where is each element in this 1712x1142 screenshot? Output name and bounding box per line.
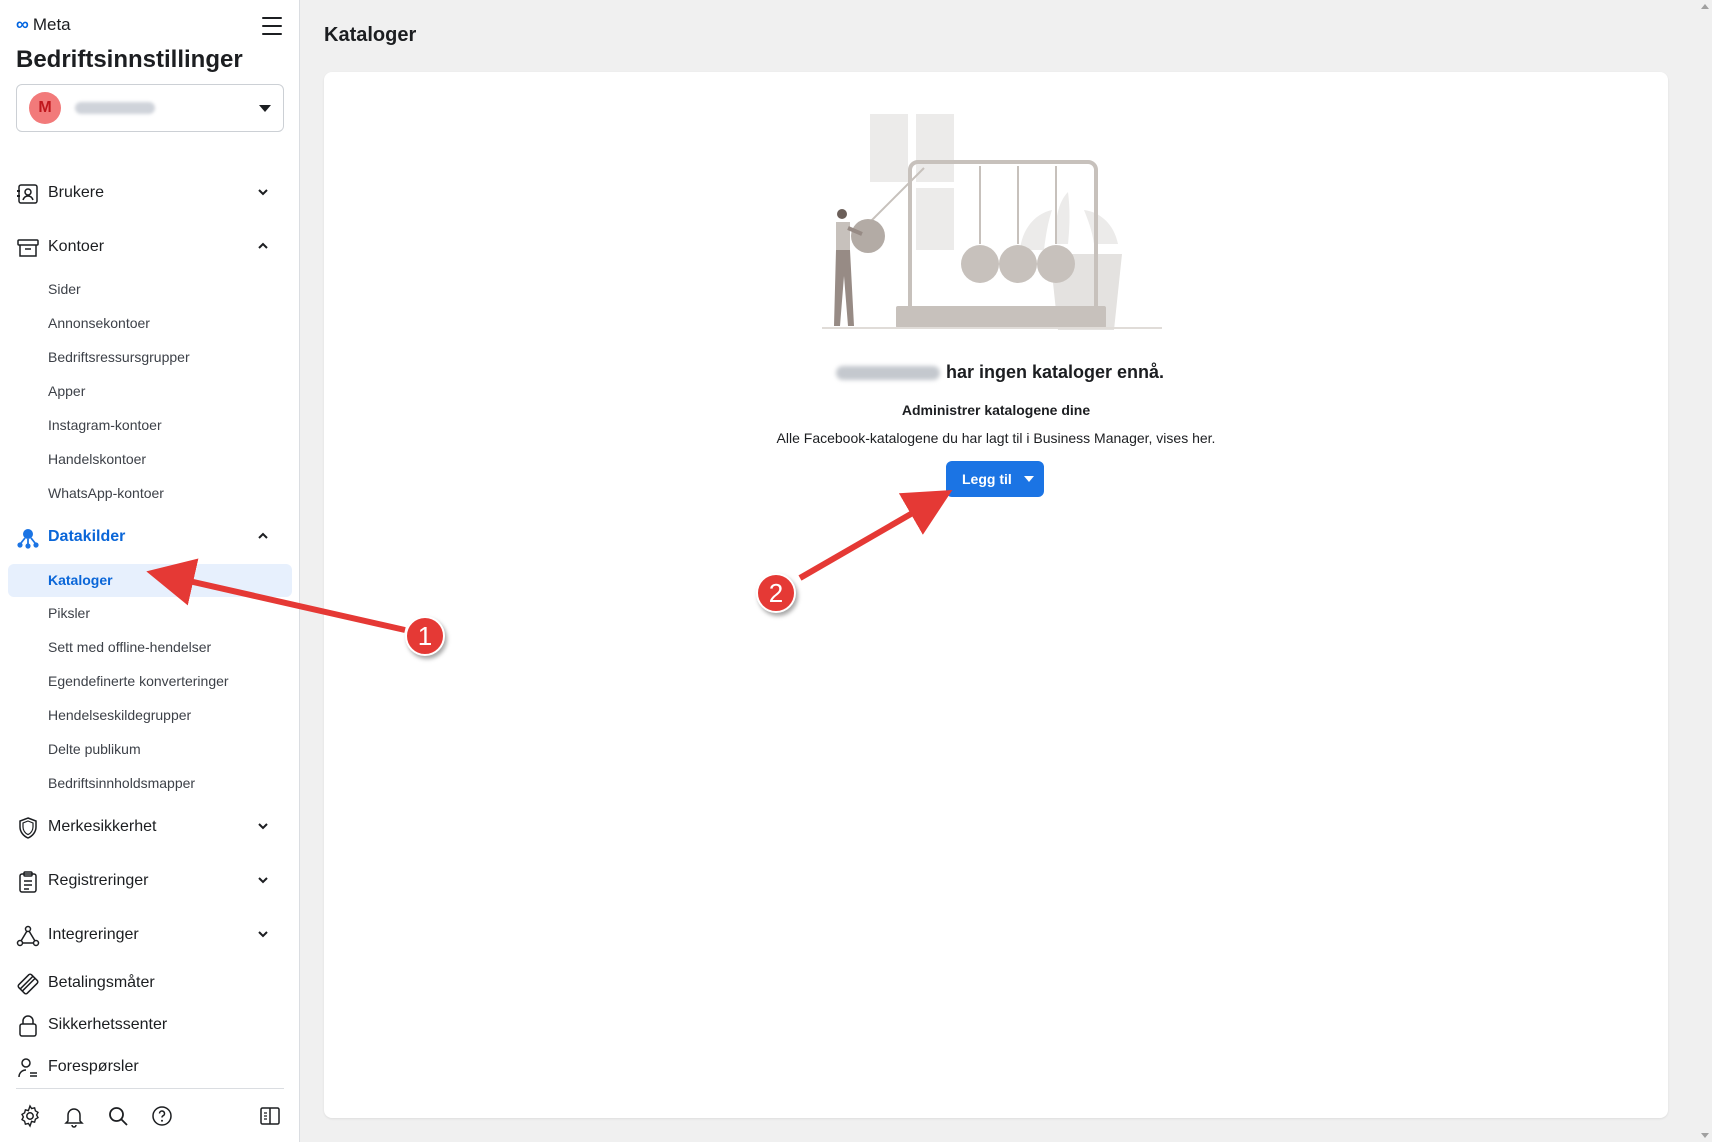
integrations-icon [16,925,40,947]
lock-icon [19,1015,37,1037]
nav-group-integreringer[interactable]: Integreringer [0,917,300,953]
nav-group-label: Merkesikkerhet [48,818,157,835]
archive-box-icon [17,239,39,257]
sidebar-item-hendelseskildegrupper[interactable]: Hendelseskildegrupper [48,707,191,723]
nav-group-label: Sikkerhetssenter [48,1016,168,1033]
meta-logo-text: Meta [32,14,71,34]
empty-state-title: har ingen kataloger ennå. [836,362,1216,383]
panel-toggle-icon[interactable] [258,1104,282,1128]
nav-group-registreringer[interactable]: Registreringer [0,863,300,899]
chevron-down-icon [258,931,268,938]
nav-group-label: Betalingsmåter [48,974,155,991]
nav-group-label: Brukere [48,184,105,201]
empty-state-description: Alle Facebook-katalogene du har lagt til… [776,430,1216,446]
sidebar-item-bedriftsinnholdsmapper[interactable]: Bedriftsinnholdsmapper [48,775,195,791]
business-name-redacted [836,366,940,381]
scrollbar[interactable] [1698,0,1712,1142]
data-sources-icon [17,529,39,549]
sidebar-item-label: Kataloger [48,572,113,588]
business-name-redacted [75,102,155,114]
nav-group-brukere[interactable]: Brukere [0,175,300,211]
empty-state-title-text: har ingen kataloger ennå. [946,362,1165,382]
credit-card-icon [17,973,39,995]
sidebar-item-bedriftsressursgrupper[interactable]: Bedriftsressursgrupper [48,349,190,365]
search-icon[interactable] [106,1104,130,1128]
sidebar: ∞ Meta Bedriftsinnstillinger M Brukere K… [0,0,300,1142]
chevron-down-icon [258,189,268,196]
gear-icon[interactable] [18,1104,42,1128]
sidebar-bottom-bar [0,1100,300,1132]
shield-icon [19,817,37,839]
chevron-down-icon [258,877,268,884]
nav-group-label: Kontoer [48,238,105,255]
caret-down-icon [1023,476,1034,482]
add-catalog-button[interactable]: Legg til [946,461,1044,497]
nav-group-merkesikkerhet[interactable]: Merkesikkerhet [0,809,300,845]
nav-group-foresporsler[interactable]: Forespørsler [0,1049,300,1085]
empty-state-subtitle: Administrer katalogene dine [901,402,1091,418]
scroll-down-icon[interactable] [1701,1133,1709,1138]
sidebar-item-annonsekontoer[interactable]: Annonsekontoer [48,315,150,331]
clipboard-icon [19,871,37,893]
help-icon[interactable] [150,1104,174,1128]
sidebar-item-kataloger[interactable]: Kataloger [8,564,292,597]
person-request-icon [18,1058,37,1078]
scroll-up-icon[interactable] [1701,4,1709,9]
nav-group-label: Forespørsler [48,1058,139,1075]
nav-group-betalingsmater[interactable]: Betalingsmåter [0,965,300,1001]
nav-group-sikkerhetssenter[interactable]: Sikkerhetssenter [0,1007,300,1043]
sidebar-item-sider[interactable]: Sider [48,281,81,297]
sidebar-item-offline-hendelser[interactable]: Sett med offline-hendelser [48,639,211,655]
nav-group-datakilder[interactable]: Datakilder [0,519,300,555]
business-avatar: M [29,92,61,124]
meta-infinity-icon: ∞ [16,14,29,34]
nav-group-label: Integreringer [48,926,139,943]
nav-group-kontoer[interactable]: Kontoer [0,229,300,265]
newtons-cradle-illustration [822,114,1162,330]
business-selector[interactable]: M [16,84,284,132]
nav-group-label: Registreringer [48,872,149,889]
sidebar-divider [16,1088,284,1089]
sidebar-item-delte-publikum[interactable]: Delte publikum [48,741,141,757]
menu-icon[interactable] [260,14,284,38]
sidebar-item-egendefinerte-konverteringer[interactable]: Egendefinerte konverteringer [48,673,229,689]
chevron-up-icon [258,532,268,539]
sidebar-item-apper[interactable]: Apper [48,383,85,399]
annotation-badge-1: 1 [405,616,445,656]
nav-group-label: Datakilder [48,528,126,545]
chevron-down-icon [258,823,268,830]
page-title: Kataloger [324,24,417,46]
add-button-label: Legg til [962,471,1012,487]
bell-icon[interactable] [62,1104,86,1128]
caret-down-icon [259,104,271,112]
app-title: Bedriftsinnstillinger [16,46,243,73]
chevron-up-icon [258,242,268,249]
users-badge-icon [17,184,38,204]
sidebar-item-whatsapp-kontoer[interactable]: WhatsApp-kontoer [48,485,164,501]
sidebar-item-instagram-kontoer[interactable]: Instagram-kontoer [48,417,162,433]
sidebar-item-piksler[interactable]: Piksler [48,605,90,621]
meta-logo[interactable]: ∞ Meta [16,14,71,35]
annotation-badge-2: 2 [756,573,796,613]
sidebar-item-handelskontoer[interactable]: Handelskontoer [48,451,146,467]
